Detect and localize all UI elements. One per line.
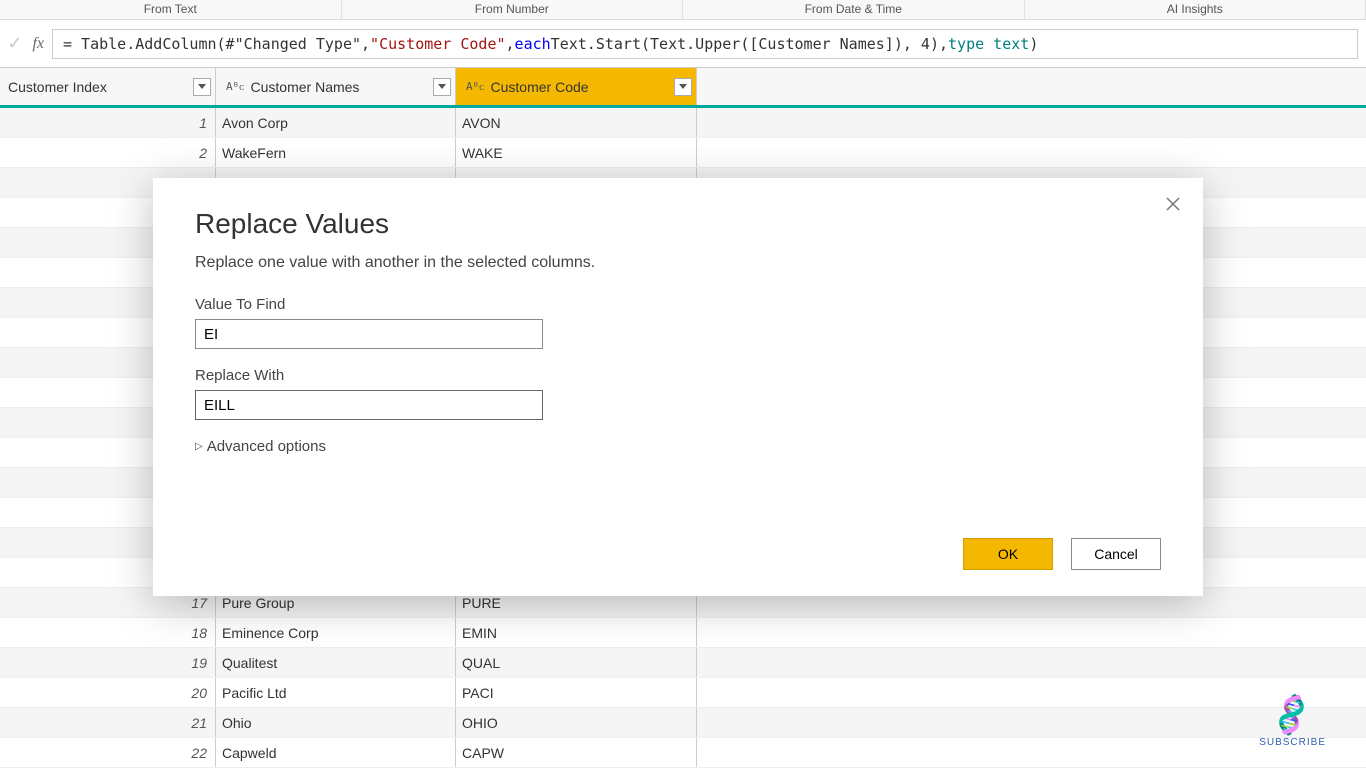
cell-index: 18 xyxy=(0,618,216,647)
cell-index: 19 xyxy=(0,648,216,677)
caret-right-icon: ▷ xyxy=(195,441,203,452)
table-row[interactable]: 1Avon CorpAVON xyxy=(0,108,1366,138)
column-label: Customer Index xyxy=(8,79,107,95)
column-filter-button[interactable] xyxy=(674,78,692,96)
cell-index: 20 xyxy=(0,678,216,707)
cell-code: OHIO xyxy=(456,708,697,737)
ribbon-tab-from-number[interactable]: From Number xyxy=(342,0,684,19)
cell-index: 1 xyxy=(0,108,216,137)
cell-code: PACI xyxy=(456,678,697,707)
close-button[interactable] xyxy=(1161,192,1185,216)
formula-token: Text.Start(Text.Upper([Customer Names]),… xyxy=(551,35,948,53)
ribbon-tab-from-datetime[interactable]: From Date & Time xyxy=(683,0,1025,19)
column-filter-button[interactable] xyxy=(193,78,211,96)
cancel-button[interactable]: Cancel xyxy=(1071,538,1161,570)
cell-code: QUAL xyxy=(456,648,697,677)
formula-bar: ✓ fx = Table.AddColumn(#"Changed Type", … xyxy=(0,20,1366,68)
cell-name: Qualitest xyxy=(216,648,456,677)
grid-header: Customer Index Aᴮᴄ Customer Names Aᴮᴄ Cu… xyxy=(0,68,1366,108)
cell-code: AVON xyxy=(456,108,697,137)
replace-values-dialog: Replace Values Replace one value with an… xyxy=(153,178,1203,596)
column-header-customer-index[interactable]: Customer Index xyxy=(0,68,216,105)
check-icon[interactable]: ✓ xyxy=(7,33,22,54)
formula-token: each xyxy=(515,35,551,53)
table-row[interactable]: 2WakeFernWAKE xyxy=(0,138,1366,168)
formula-token: = Table.AddColumn(#"Changed Type", xyxy=(63,35,370,53)
cell-code: CAPW xyxy=(456,738,697,767)
cell-code: EMIN xyxy=(456,618,697,647)
value-to-find-input[interactable] xyxy=(195,319,543,349)
formula-token: , xyxy=(506,35,515,53)
table-row[interactable]: 18Eminence CorpEMIN xyxy=(0,618,1366,648)
text-type-icon: Aᴮᴄ xyxy=(226,80,245,93)
table-row[interactable]: 20Pacific LtdPACI xyxy=(0,678,1366,708)
ok-button[interactable]: OK xyxy=(963,538,1053,570)
ribbon-tabs: From Text From Number From Date & Time A… xyxy=(0,0,1366,20)
cell-index: 21 xyxy=(0,708,216,737)
formula-token: type text xyxy=(948,35,1029,53)
value-to-find-label: Value To Find xyxy=(195,296,1161,313)
table-row[interactable]: 22CapweldCAPW xyxy=(0,738,1366,768)
subscribe-badge[interactable]: 🧬 SUBSCRIBE xyxy=(1259,698,1326,748)
column-label: Customer Code xyxy=(491,79,589,95)
dialog-title: Replace Values xyxy=(195,208,1161,240)
table-row[interactable]: 21OhioOHIO xyxy=(0,708,1366,738)
fx-icon[interactable]: fx xyxy=(32,35,44,53)
column-header-customer-code[interactable]: Aᴮᴄ Customer Code xyxy=(456,68,697,105)
formula-input[interactable]: = Table.AddColumn(#"Changed Type", "Cust… xyxy=(52,29,1358,59)
cell-name: Avon Corp xyxy=(216,108,456,137)
formula-token: "Customer Code" xyxy=(370,35,505,53)
column-filter-button[interactable] xyxy=(433,78,451,96)
cell-index: 22 xyxy=(0,738,216,767)
advanced-options-toggle[interactable]: ▷ Advanced options xyxy=(195,438,1161,455)
replace-with-input[interactable] xyxy=(195,390,543,420)
close-icon xyxy=(1166,197,1180,211)
formula-token: ) xyxy=(1029,35,1038,53)
cell-name: Eminence Corp xyxy=(216,618,456,647)
cell-index: 2 xyxy=(0,138,216,167)
column-label: Customer Names xyxy=(251,79,360,95)
text-type-icon: Aᴮᴄ xyxy=(466,80,485,93)
advanced-options-label: Advanced options xyxy=(207,438,326,455)
cell-name: Capweld xyxy=(216,738,456,767)
table-row[interactable]: 19QualitestQUAL xyxy=(0,648,1366,678)
replace-with-label: Replace With xyxy=(195,367,1161,384)
ribbon-tab-ai-insights[interactable]: AI Insights xyxy=(1025,0,1366,19)
cell-name: Ohio xyxy=(216,708,456,737)
column-header-customer-names[interactable]: Aᴮᴄ Customer Names xyxy=(216,68,456,105)
cell-name: Pacific Ltd xyxy=(216,678,456,707)
dialog-description: Replace one value with another in the se… xyxy=(195,254,1161,272)
cell-code: WAKE xyxy=(456,138,697,167)
cell-name: WakeFern xyxy=(216,138,456,167)
ribbon-tab-from-text[interactable]: From Text xyxy=(0,0,342,19)
